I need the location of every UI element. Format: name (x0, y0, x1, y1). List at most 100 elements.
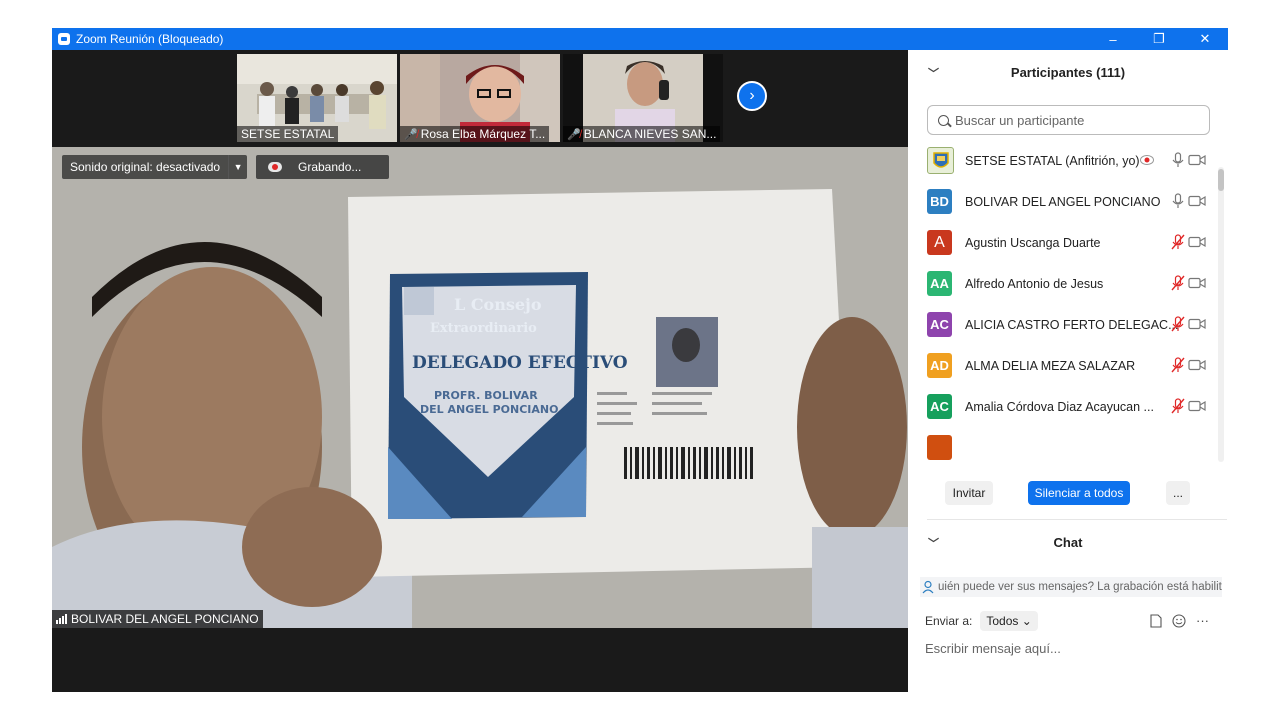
emoji-icon[interactable] (1172, 613, 1186, 628)
original-sound-label[interactable]: Sonido original: desactivado (62, 160, 228, 174)
muted-microphone-icon (1171, 316, 1185, 332)
participant-row[interactable]: AC ALICIA CASTRO FERTO DELEGAC... (908, 304, 1218, 345)
avatar: AD (927, 353, 952, 378)
card-text-line5: DEL ANGEL PONCIANO (420, 403, 558, 416)
speaker-name: BOLIVAR DEL ANGEL PONCIANO (71, 612, 259, 626)
search-icon (938, 114, 949, 126)
avatar (927, 435, 952, 460)
video-camera-icon (1188, 236, 1206, 248)
participant-row[interactable]: AA Alfredo Antonio de Jesus (908, 263, 1218, 304)
chevron-down-icon[interactable]: ▼ (228, 155, 247, 179)
video-bottom-area (52, 628, 908, 692)
thumbnail-video[interactable]: SETSE ESTATAL (237, 54, 397, 142)
send-to-row: Enviar a: Todos ⌄ (925, 611, 1038, 631)
thumbnail-strip: SETSE ESTATAL 🎤̸Rosa Elba Márquez T... (52, 50, 908, 147)
participant-row[interactable]: BD BOLIVAR DEL ANGEL PONCIANO (908, 181, 1218, 222)
side-panel: ﹀ Participantes (111) Buscar un particip… (908, 50, 1228, 692)
video-camera-icon (1188, 154, 1206, 166)
minimize-button[interactable]: – (1090, 28, 1136, 50)
thumbnail-video[interactable]: 🎤̸ BLANCA NIEVES SAN... (563, 54, 723, 142)
chat-tools: ··· (1150, 613, 1209, 628)
chat-notice-text: uién puede ver sus mensajes? La grabació… (938, 581, 1222, 593)
chat-privacy-notice: uién puede ver sus mensajes? La grabació… (920, 577, 1222, 597)
recording-label: Grabando... (298, 160, 362, 174)
cloud-record-icon (1140, 155, 1154, 165)
thumbnail-video[interactable]: 🎤̸ Rosa Elba Márquez T... (400, 54, 560, 142)
chat-message-input[interactable]: Escribir mensaje aquí... (925, 641, 1061, 656)
send-to-label: Enviar a: (925, 614, 973, 628)
avatar: A (927, 230, 952, 255)
send-to-value: Todos (986, 614, 1019, 628)
recording-indicator[interactable]: Grabando... (256, 155, 389, 179)
original-sound-control[interactable]: Sonido original: desactivado ▼ (62, 155, 248, 179)
participant-row[interactable]: AC Amalia Córdova Diaz Acayucan ... (908, 386, 1218, 427)
participant-name: SETSE ESTATAL (Anfitrión, yo) (965, 153, 1140, 168)
speaker-name-tag: BOLIVAR DEL ANGEL PONCIANO (52, 610, 263, 628)
avatar: AC (927, 312, 952, 337)
video-camera-icon (1188, 359, 1206, 371)
video-area: SETSE ESTATAL 🎤̸Rosa Elba Márquez T... (52, 50, 908, 692)
signal-bars-icon (56, 614, 67, 624)
muted-mic-icon: 🎤̸ (567, 128, 581, 141)
chevron-right-icon: › (749, 87, 755, 104)
participant-name: ALMA DELIA MEZA SALAZAR (965, 358, 1136, 373)
participant-row[interactable]: SETSE ESTATAL (Anfitrión, yo) (908, 140, 1218, 181)
avatar: BD (927, 189, 952, 214)
title-bar: Zoom Reunión (Bloqueado) – ❐ ✕ (52, 28, 1228, 50)
microphone-icon (1172, 193, 1184, 208)
muted-microphone-icon (1171, 234, 1185, 250)
next-page-button[interactable]: › (737, 81, 767, 111)
user-info-icon (922, 580, 934, 594)
participant-name: Alfredo Antonio de Jesus (965, 276, 1104, 291)
avatar (927, 147, 954, 174)
more-icon[interactable]: ··· (1196, 613, 1209, 628)
participants-title: Participantes (111) (1010, 64, 1126, 80)
muted-microphone-icon (1171, 357, 1185, 373)
search-placeholder: Buscar un participante (955, 112, 1085, 128)
mute-all-button[interactable]: Silenciar a todos (1028, 481, 1130, 505)
send-to-dropdown[interactable]: Todos ⌄ (980, 611, 1038, 631)
zoom-app-icon (58, 33, 70, 45)
chevron-down-icon[interactable]: ﹀ (928, 65, 939, 81)
thumbnail-name: 🎤̸ BLANCA NIEVES SAN... (563, 126, 721, 142)
more-options-button[interactable]: ... (1166, 481, 1190, 505)
cloud-record-icon (268, 162, 282, 172)
close-button[interactable]: ✕ (1182, 28, 1228, 50)
thumbnail-name: SETSE ESTATAL (237, 126, 339, 142)
card-text-line3: DELEGADO EFECTIVO (412, 353, 628, 373)
invite-button[interactable]: Invitar (945, 481, 993, 505)
avatar: AC (927, 394, 952, 419)
chevron-down-icon: ⌄ (1021, 614, 1032, 628)
avatar: AA (927, 271, 952, 296)
participant-search-input[interactable]: Buscar un participante (927, 105, 1210, 135)
zoom-window: Zoom Reunión (Bloqueado) – ❐ ✕ SETSE EST… (52, 28, 1228, 692)
video-camera-icon (1188, 400, 1206, 412)
participant-row[interactable] (908, 427, 1218, 462)
muted-microphone-icon (1171, 275, 1185, 291)
chat-title: Chat (1053, 534, 1083, 550)
scrollbar-thumb[interactable] (1218, 169, 1224, 191)
participant-name: Amalia Córdova Diaz Acayucan ... (965, 399, 1154, 414)
restore-button[interactable]: ❐ (1136, 28, 1182, 50)
video-camera-icon (1188, 195, 1206, 207)
card-text-line4: PROFR. BOLIVAR (434, 389, 538, 402)
card-text-line2: Extraordinario (430, 321, 537, 336)
participant-name: BOLIVAR DEL ANGEL PONCIANO (965, 194, 1161, 209)
participant-name: ALICIA CASTRO FERTO DELEGAC... (965, 317, 1179, 332)
speaker-video-frame: L Consejo Extraordinario DELEGADO EFECTI… (52, 147, 908, 628)
participant-list: SETSE ESTATAL (Anfitrión, yo) BD BOLIVAR… (908, 140, 1218, 462)
file-icon[interactable] (1150, 613, 1162, 628)
participant-list-scrollbar[interactable] (1218, 167, 1224, 462)
microphone-icon (1172, 152, 1184, 167)
union-logo-icon (932, 151, 949, 168)
chat-header: ﹀ Chat (908, 520, 1228, 564)
muted-mic-icon: 🎤̸ (404, 128, 418, 141)
participant-row[interactable]: A Agustin Uscanga Duarte (908, 222, 1218, 263)
chevron-down-icon[interactable]: ﹀ (928, 535, 939, 551)
participant-name: Agustin Uscanga Duarte (965, 235, 1101, 250)
thumbnail-name: 🎤̸ Rosa Elba Márquez T... (400, 126, 550, 142)
window-title: Zoom Reunión (Bloqueado) (76, 32, 224, 46)
participant-row[interactable]: AD ALMA DELIA MEZA SALAZAR (908, 345, 1218, 386)
video-camera-icon (1188, 318, 1206, 330)
participants-header: ﹀ Participantes (111) (908, 50, 1228, 94)
